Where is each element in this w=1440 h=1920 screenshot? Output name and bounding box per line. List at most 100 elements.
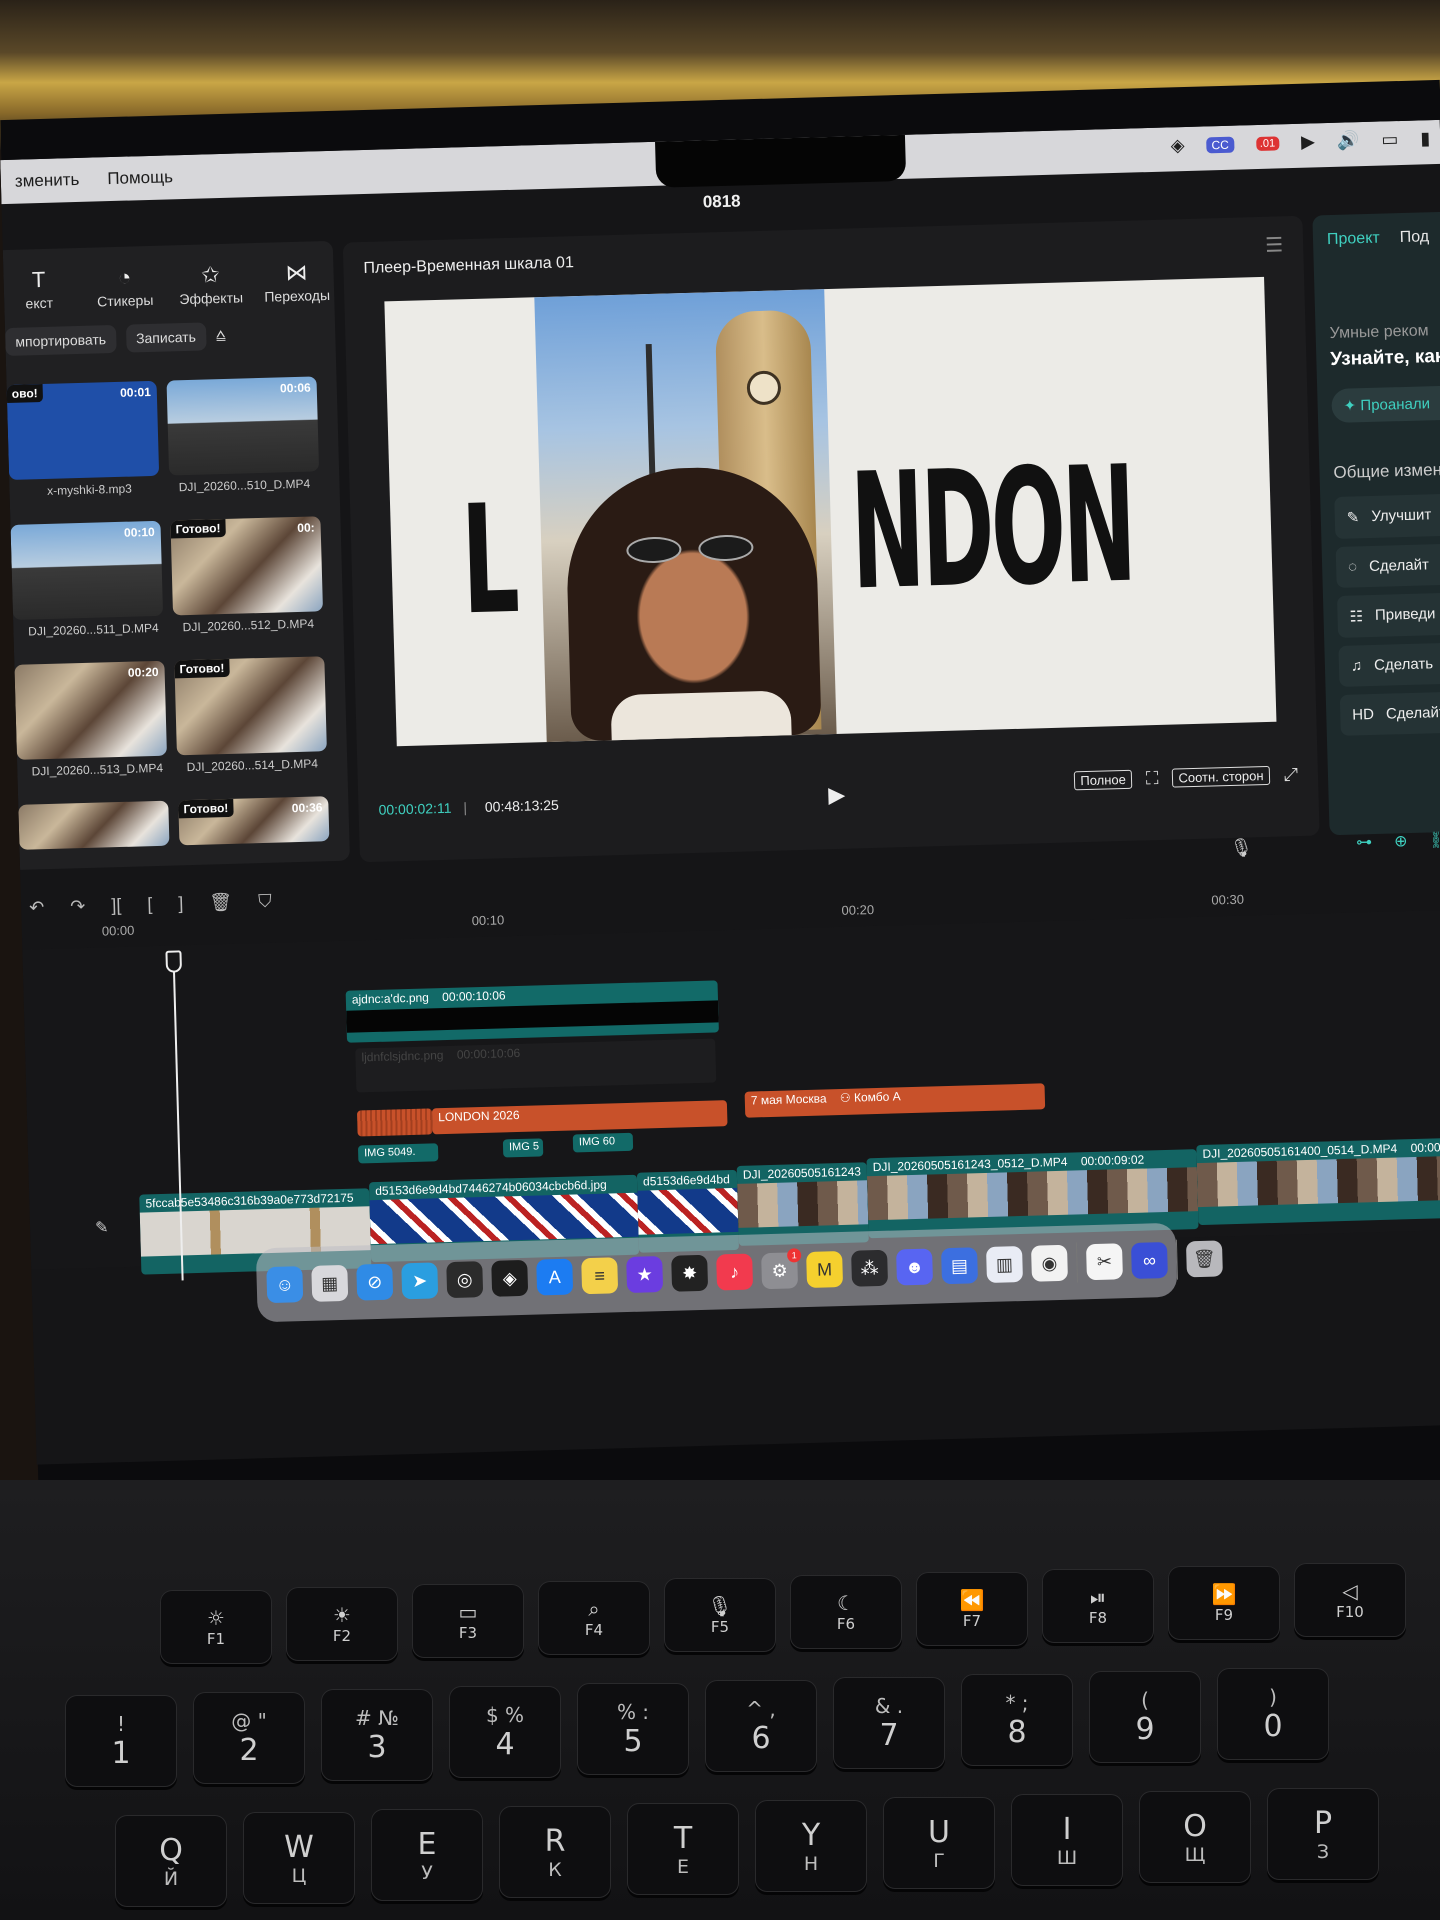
- image-clip[interactable]: IMG 5049.: [357, 1143, 439, 1164]
- screen-link-icon[interactable]: ∞: [1130, 1241, 1168, 1279]
- delete-icon[interactable]: 🗑: [209, 891, 232, 913]
- aspect-ratio-button[interactable]: Соотн. сторон: [1172, 765, 1270, 788]
- key-5[interactable]: % :5: [577, 1683, 689, 1775]
- overlay-clip[interactable]: ajdnc:a'dc.png 00:00:10:06: [345, 980, 719, 1043]
- action-audio[interactable]: ♫ Сделать: [1338, 640, 1440, 687]
- edit-cover-icon[interactable]: ✎: [95, 1218, 109, 1238]
- image-clip[interactable]: IMG 60: [572, 1132, 634, 1153]
- marker-icon[interactable]: ⛉: [258, 890, 272, 911]
- tab-project[interactable]: Проект: [1327, 230, 1380, 249]
- text-clip-hatch[interactable]: [356, 1108, 433, 1137]
- play-tray-icon[interactable]: ▶: [1301, 131, 1315, 152]
- media-item[interactable]: Готово!: [174, 656, 327, 756]
- action-adjust[interactable]: ☷ Приведи: [1336, 590, 1440, 638]
- key-w[interactable]: WЦ: [243, 1812, 355, 1904]
- analyze-button[interactable]: ✦ Проанали: [1331, 383, 1440, 424]
- full-quality-button[interactable]: Полное: [1074, 769, 1133, 791]
- key-f7[interactable]: ⏪ F7: [916, 1572, 1028, 1646]
- display-icon[interactable]: ▭: [1381, 129, 1399, 150]
- telegram-icon[interactable]: ➤: [401, 1262, 439, 1300]
- record-button[interactable]: Записать: [125, 322, 207, 353]
- key-q[interactable]: QЙ: [115, 1815, 227, 1907]
- media-item[interactable]: 00:10: [10, 520, 164, 620]
- battery-icon[interactable]: ▮: [1420, 128, 1430, 149]
- playhead-handle[interactable]: [165, 950, 183, 973]
- key-7[interactable]: & .7: [833, 1677, 945, 1769]
- key-r[interactable]: RК: [499, 1806, 611, 1898]
- launchpad-icon[interactable]: ▦: [311, 1264, 349, 1302]
- media-item[interactable]: Готово! 00:: [170, 516, 324, 616]
- key-9[interactable]: (9: [1089, 1671, 1201, 1763]
- tab-transitions[interactable]: ⋈ Переходы: [261, 259, 332, 305]
- menu-edit[interactable]: зменить: [1, 170, 94, 193]
- hamburger-menu-icon[interactable]: ☰: [1265, 232, 1284, 257]
- obs-icon[interactable]: ◎: [446, 1261, 484, 1299]
- fullscreen-icon[interactable]: ⤢: [1283, 764, 1298, 785]
- media-item[interactable]: ово! 00:01: [6, 380, 160, 480]
- key-f4[interactable]: ⌕ F4: [538, 1581, 650, 1655]
- key-f8[interactable]: ⏯ F8: [1042, 1569, 1154, 1643]
- key-u[interactable]: UГ: [883, 1797, 995, 1889]
- key-4[interactable]: $ % 4: [449, 1686, 561, 1778]
- main-track-clip[interactable]: DJI_20260505161400_0514_D.MP4 00:00:07: [1196, 1137, 1440, 1226]
- play-button[interactable]: ▶: [828, 782, 846, 808]
- action-make[interactable]: ◌ Сделайт: [1335, 541, 1440, 588]
- media-item[interactable]: 00:20: [14, 660, 167, 760]
- settings-icon[interactable]: ⚙ 1: [761, 1248, 802, 1290]
- key-i[interactable]: IШ: [1011, 1794, 1123, 1886]
- image-clip[interactable]: IMG 5: [502, 1138, 544, 1158]
- tab-effects[interactable]: ✩ Эффекты: [175, 261, 246, 307]
- safari-icon[interactable]: ⊘: [356, 1263, 394, 1301]
- media-item[interactable]: 00:06: [166, 376, 320, 476]
- key-f3[interactable]: ▭ F3: [412, 1584, 524, 1658]
- split-icon[interactable]: ][: [111, 895, 122, 916]
- key-t[interactable]: TЕ: [627, 1803, 739, 1895]
- key-1[interactable]: ! 1: [65, 1695, 177, 1787]
- record-tray-icon[interactable]: .01: [1255, 135, 1280, 151]
- app-store-icon[interactable]: A: [536, 1258, 574, 1296]
- discord-icon[interactable]: ☻: [896, 1248, 934, 1286]
- text-clip-london[interactable]: LONDON 2026: [431, 1100, 728, 1135]
- action-hd[interactable]: HD Сделайт: [1339, 689, 1440, 736]
- key-o[interactable]: OЩ: [1139, 1791, 1251, 1883]
- imovie-star-icon[interactable]: ★: [626, 1256, 664, 1294]
- key-f10[interactable]: ◁ F10: [1294, 1563, 1406, 1637]
- tab-stickers[interactable]: ◔ Стикеры: [89, 264, 160, 310]
- text-clip-moscow[interactable]: 7 мая Москва ⚇ Комбо А: [744, 1083, 1046, 1118]
- filter-icon[interactable]: ⩠: [216, 327, 226, 345]
- notes-icon[interactable]: ≡: [581, 1257, 619, 1295]
- media-item[interactable]: [18, 800, 170, 850]
- key-e[interactable]: EУ: [371, 1809, 483, 1901]
- key-f1[interactable]: ☼ F1: [160, 1590, 272, 1664]
- figma-tray-icon[interactable]: ◈: [1170, 135, 1184, 156]
- finder-icon[interactable]: ☺: [266, 1266, 304, 1304]
- import-button[interactable]: мпортировать: [4, 324, 117, 357]
- key-0[interactable]: ) 0: [1217, 1668, 1329, 1760]
- redo-icon[interactable]: ↷: [70, 896, 86, 917]
- capcut-icon[interactable]: ✂: [1085, 1243, 1123, 1281]
- tab-next[interactable]: Под: [1399, 228, 1429, 247]
- key-f5[interactable]: 🎙 F5: [664, 1578, 776, 1652]
- trim-right-icon[interactable]: ]: [178, 893, 184, 914]
- coins-app-icon[interactable]: ⁂: [851, 1249, 889, 1287]
- key-f9[interactable]: ⏩ F9: [1168, 1566, 1280, 1640]
- undo-icon[interactable]: ↶: [29, 897, 45, 918]
- key-p[interactable]: PЗ: [1267, 1788, 1379, 1880]
- media-item[interactable]: Готово! 00:36: [178, 796, 330, 846]
- menu-help[interactable]: Помощь: [93, 167, 187, 190]
- tab-text[interactable]: T екст: [3, 266, 74, 312]
- preview-canvas[interactable]: L NDON: [384, 276, 1277, 747]
- chrome-icon[interactable]: ◉: [1030, 1244, 1068, 1282]
- key-2[interactable]: @ " 2: [193, 1692, 305, 1784]
- key-8[interactable]: * ; 8: [961, 1674, 1073, 1766]
- cc-tray-icon[interactable]: CC: [1206, 136, 1235, 153]
- music-icon[interactable]: ♪: [716, 1253, 754, 1291]
- focus-frame-icon[interactable]: ⛶: [1146, 768, 1159, 789]
- key-3[interactable]: # № 3: [321, 1689, 433, 1781]
- miro-icon[interactable]: M: [806, 1251, 844, 1289]
- analytics-icon[interactable]: ▥: [986, 1245, 1024, 1283]
- key-f6[interactable]: ☾ F6: [790, 1575, 902, 1649]
- key-6[interactable]: ^ ,6: [705, 1680, 817, 1772]
- figma-icon[interactable]: ◈: [491, 1259, 529, 1297]
- sun-app-icon[interactable]: ✸: [671, 1254, 709, 1292]
